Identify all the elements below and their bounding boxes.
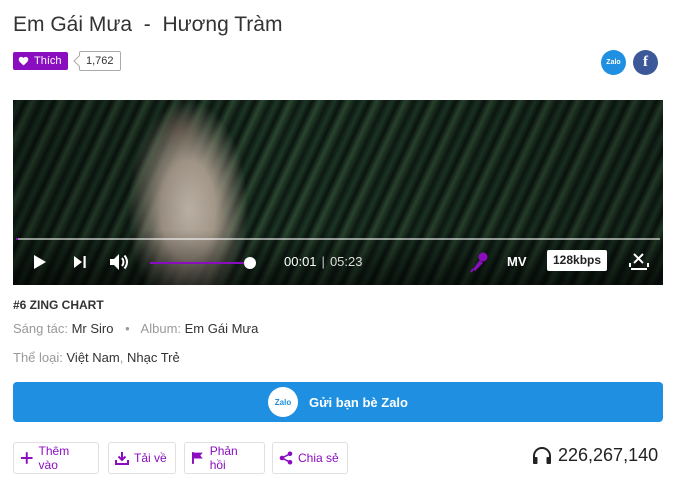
genre-separator: ,	[119, 350, 124, 365]
karaoke-mic-icon[interactable]	[470, 251, 490, 273]
genre-link-1[interactable]: Việt Nam	[67, 350, 120, 365]
like-button[interactable]: Thích	[13, 52, 68, 70]
download-button[interactable]: Tải về	[108, 442, 176, 474]
add-to-label: Thêm vào	[38, 444, 70, 472]
like-count: 1,762	[79, 51, 121, 71]
minimize-icon[interactable]	[629, 250, 649, 270]
volume-slider[interactable]	[150, 257, 256, 269]
share-icon	[279, 451, 293, 465]
song-title: Em Gái Mưa	[13, 13, 133, 36]
feedback-label: Phản hồi	[209, 444, 238, 472]
add-to-button[interactable]: Thêm vào	[13, 442, 99, 474]
play-icon[interactable]	[33, 254, 47, 270]
share-button[interactable]: Chia sẻ	[272, 442, 348, 474]
volume-fill	[150, 262, 250, 264]
zalo-icon: Zalo	[268, 387, 298, 417]
song-title-line: Em Gái Mưa - Hương Tràm	[13, 13, 282, 37]
music-player[interactable]: 00:01 | 05:23 MV 128kbps	[13, 100, 663, 285]
headphones-icon	[533, 446, 551, 464]
chart-rank[interactable]: #6 ZING CHART	[13, 298, 104, 312]
next-icon[interactable]	[73, 255, 87, 269]
genre-link-2[interactable]: Nhạc Trẻ	[127, 350, 180, 365]
title-separator: -	[143, 13, 151, 36]
listen-count-value: 226,267,140	[558, 445, 659, 465]
duration: 05:23	[329, 254, 363, 269]
credits-line: Sáng tác: Mr Siro • Album: Em Gái Mưa	[13, 321, 258, 336]
plus-icon	[20, 452, 33, 464]
download-icon	[115, 452, 129, 465]
download-label: Tải về	[134, 451, 167, 465]
composer-link[interactable]: Mr Siro	[72, 321, 114, 336]
feedback-button[interactable]: Phản hồi	[184, 442, 265, 474]
time-separator: |	[321, 254, 325, 269]
listen-count: 226,267,140	[532, 445, 658, 466]
time-display: 00:01 | 05:23	[284, 254, 362, 269]
seek-bar[interactable]	[16, 238, 660, 240]
like-label: Thích	[34, 55, 62, 67]
mv-button[interactable]: MV	[507, 254, 527, 269]
volume-knob[interactable]	[244, 257, 256, 269]
composer-label: Sáng tác:	[13, 321, 68, 336]
facebook-share-icon[interactable]: f	[633, 50, 658, 75]
send-zalo-label: Gửi bạn bè Zalo	[309, 394, 408, 410]
album-label: Album:	[140, 321, 182, 336]
genre-line: Thể loại: Việt Nam, Nhạc Trẻ	[13, 350, 180, 365]
quality-button[interactable]: 128kbps	[547, 250, 608, 271]
album-link[interactable]: Em Gái Mưa	[185, 321, 259, 336]
artist-name[interactable]: Hương Tràm	[162, 13, 282, 36]
zalo-share-icon[interactable]: Zalo	[601, 50, 626, 75]
current-time: 00:01	[284, 254, 317, 269]
share-label: Chia sẻ	[298, 451, 339, 465]
genre-label: Thể loại:	[13, 350, 63, 365]
flag-icon	[191, 452, 203, 464]
send-zalo-button[interactable]: Zalo Gửi bạn bè Zalo	[13, 382, 663, 422]
volume-icon[interactable]	[109, 252, 131, 272]
bullet: •	[125, 321, 130, 336]
seek-bar-fill	[16, 238, 18, 240]
heart-icon	[18, 56, 29, 66]
